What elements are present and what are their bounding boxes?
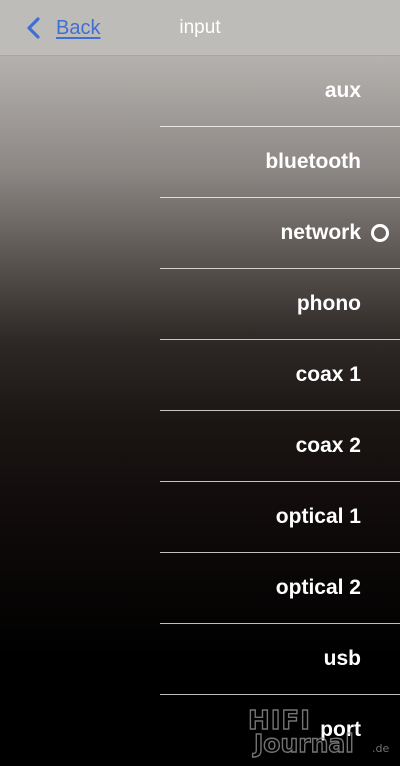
top-bar: Back input [0,0,400,56]
watermark-line2: Journal [252,729,354,758]
list-item-label: phono [296,292,361,315]
hifi-journal-watermark: HIFI Journal .de [244,702,394,762]
radio-ring-icon [371,224,389,242]
back-button[interactable]: Back [26,14,100,42]
list-item-coax-1[interactable]: coax 1 [160,340,400,411]
list-item-label: optical 1 [275,505,361,528]
list-item-label: usb [323,647,361,670]
list-item-label: coax 2 [295,434,361,457]
list-item-phono[interactable]: phono [160,269,400,340]
chevron-left-icon [27,17,40,39]
page-title: input [179,17,221,38]
watermark-logo: HIFI Journal .de [247,705,389,758]
back-label: Back [56,16,101,39]
list-item-aux[interactable]: aux [160,56,400,127]
list-item-optical-1[interactable]: optical 1 [160,482,400,553]
list-item-label: bluetooth [265,150,361,173]
watermark-suffix: .de [372,742,389,755]
list-item-optical-2[interactable]: optical 2 [160,553,400,624]
list-item-label: aux [324,79,361,102]
list-item-label: optical 2 [275,576,361,599]
list-item-usb[interactable]: usb [160,624,400,695]
list-item-label: network [280,221,361,244]
list-item-label: coax 1 [295,363,361,386]
list-item-bluetooth[interactable]: bluetooth [160,127,400,198]
input-list: aux bluetooth network phono coax 1 coax … [160,56,400,766]
list-item-network[interactable]: network [160,198,400,269]
list-item-coax-2[interactable]: coax 2 [160,411,400,482]
